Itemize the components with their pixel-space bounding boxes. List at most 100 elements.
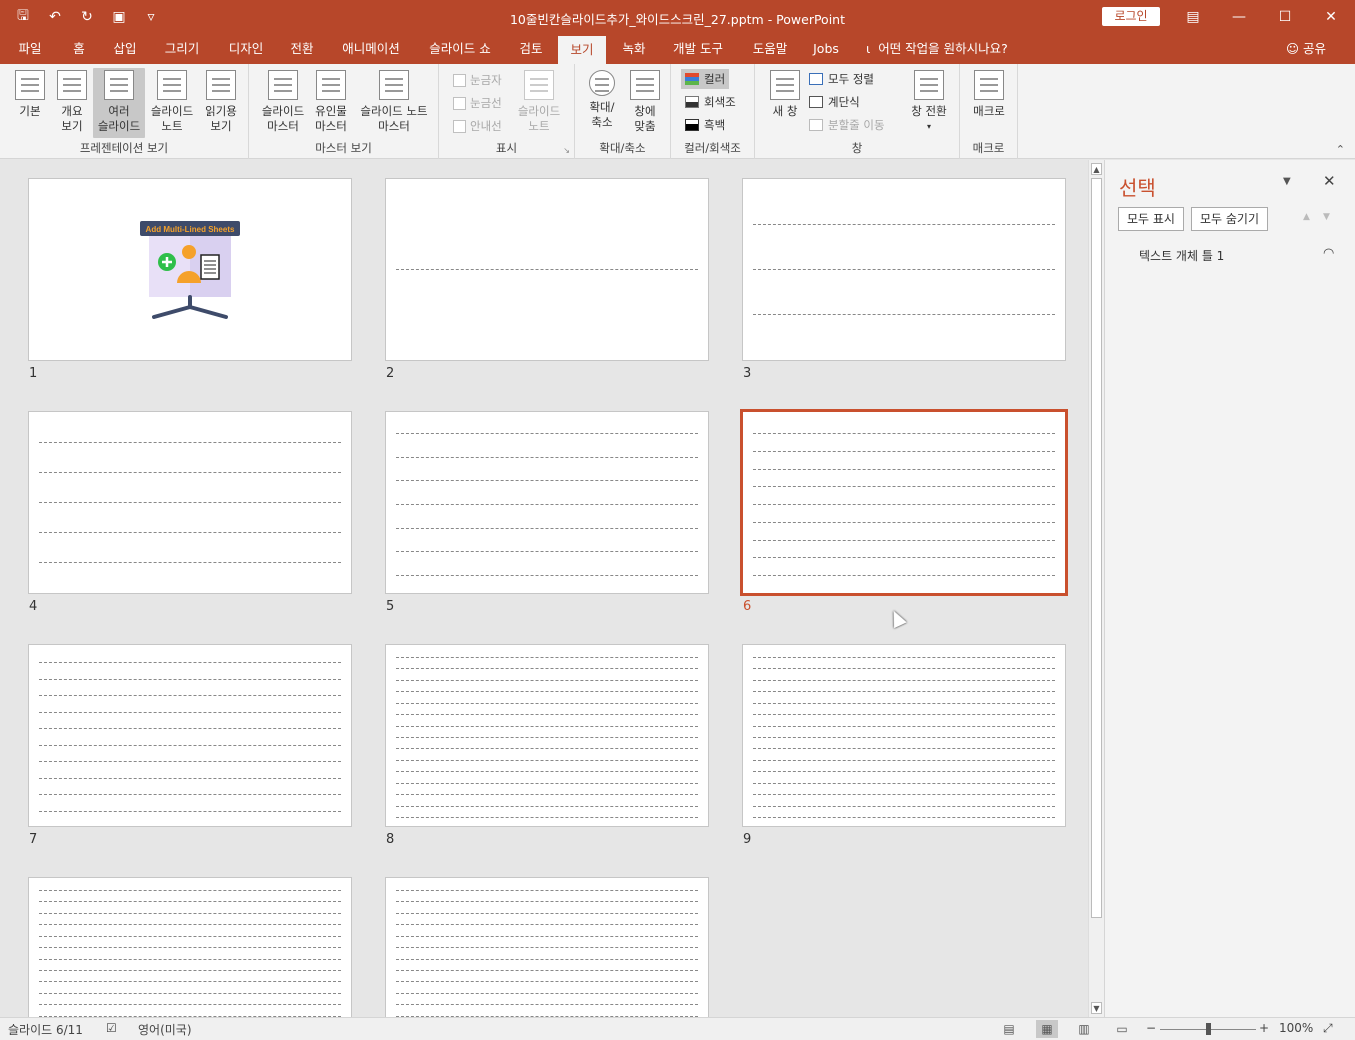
new-window-button[interactable]: 새 창 — [763, 68, 807, 119]
group-presentation-views: 기본 개요 보기 여러 슬라이드 슬라이드 노트 읽기용 보기 프레젠테이션 보기 — [0, 64, 249, 159]
color-button[interactable]: 컬러 — [681, 69, 730, 89]
scroll-up-icon[interactable]: ▲ — [1091, 163, 1102, 175]
ruled-lines — [753, 412, 1055, 593]
zoom-button[interactable]: 확대/축소 — [581, 68, 623, 130]
bring-forward-icon[interactable]: ▲ — [1303, 212, 1310, 222]
reading-view-icon[interactable]: ▥ — [1073, 1020, 1095, 1038]
slide-thumbnail[interactable] — [742, 644, 1066, 827]
show-all-button[interactable]: 모두 표시 — [1118, 207, 1184, 231]
fit-slide-icon[interactable]: ⤢ — [1323, 1021, 1333, 1036]
pane-options-chevron-icon[interactable]: ▼ — [1283, 176, 1291, 187]
close-icon[interactable]: ✕ — [1308, 0, 1354, 34]
dashed-line — [39, 472, 341, 473]
slide-thumbnail[interactable] — [28, 877, 352, 1017]
normal-view-button[interactable]: 기본 — [8, 68, 52, 119]
hide-all-button[interactable]: 모두 숨기기 — [1191, 207, 1269, 231]
dashed-line — [753, 794, 1055, 796]
normal-view-icon — [15, 70, 45, 100]
slide-thumbnail[interactable] — [28, 644, 352, 827]
share-button[interactable]: ☺ 공유 — [1286, 34, 1326, 64]
normal-view-icon[interactable]: ▤ — [998, 1020, 1020, 1038]
tab-view[interactable]: 보기 — [558, 36, 606, 64]
tab-file[interactable]: 파일 — [10, 34, 50, 64]
reading-view-button[interactable]: 읽기용 보기 — [198, 68, 244, 134]
dashed-line — [753, 725, 1055, 727]
ribbon-display-icon[interactable]: ▤ — [1170, 0, 1216, 34]
black-white-swatch-icon — [685, 119, 699, 131]
tab-jobs[interactable]: Jobs — [808, 34, 844, 64]
slide-thumbnail[interactable]: Add Multi-Lined Sheets — [28, 178, 352, 361]
maximize-icon[interactable]: ☐ — [1262, 0, 1308, 34]
dashed-line — [39, 794, 341, 796]
zoom-out-icon[interactable]: − — [1146, 1021, 1156, 1035]
slide-thumbnail[interactable] — [385, 411, 709, 594]
grayscale-button[interactable]: 회색조 — [685, 94, 736, 110]
title-bar: 🖫 ↶ ↻ ▣ ▿ 10줄빈칸슬라이드추가_와이드스크린_27.pptm - P… — [0, 0, 1355, 34]
language-indicator[interactable]: 영어(미국) — [138, 1021, 192, 1038]
slide-sorter-button[interactable]: 여러 슬라이드 — [93, 68, 145, 138]
slide-thumbnail[interactable] — [742, 178, 1066, 361]
spell-check-icon[interactable]: ☑ — [106, 1021, 117, 1035]
slide-thumbnail[interactable] — [385, 178, 709, 361]
slide-thumbnail[interactable] — [740, 409, 1068, 596]
scroll-down-icon[interactable]: ▼ — [1091, 1002, 1102, 1014]
tab-slideshow[interactable]: 슬라이드 쇼 — [420, 34, 500, 64]
outline-view-button[interactable]: 개요 보기 — [52, 68, 92, 134]
slideshow-icon[interactable]: ▭ — [1111, 1020, 1133, 1038]
notes-button[interactable]: 슬라이드 노트 — [513, 68, 565, 134]
tab-help[interactable]: 도움말 — [744, 34, 796, 64]
dashed-line — [396, 970, 698, 971]
notes-page-icon — [157, 70, 187, 100]
vertical-scrollbar[interactable]: ▲ ▼ — [1088, 160, 1104, 1017]
dashed-line — [753, 504, 1055, 505]
fit-to-window-button[interactable]: 창에 맞춤 — [625, 68, 665, 134]
tab-developer[interactable]: 개발 도구 — [666, 34, 730, 64]
dashed-line — [396, 981, 698, 983]
selection-item[interactable]: 텍스트 개체 틀 1 — [1139, 247, 1224, 264]
dashed-line — [396, 890, 698, 891]
zoom-level[interactable]: 100% — [1279, 1021, 1313, 1035]
group-label: 표시 — [495, 141, 518, 155]
minimize-icon[interactable]: — — [1216, 0, 1262, 34]
slide-sorter-view-icon[interactable]: ▦ — [1036, 1020, 1058, 1038]
slide-thumbnail[interactable] — [385, 644, 709, 827]
notes-page-button[interactable]: 슬라이드 노트 — [146, 68, 198, 134]
tell-me-search[interactable]: ⍳ 어떤 작업을 원하시나요? — [866, 34, 1008, 64]
gridlines-checkbox[interactable]: 눈금선 — [453, 95, 502, 111]
notes-master-button[interactable]: 슬라이드 노트 마스터 — [353, 68, 435, 134]
eye-icon[interactable]: ◠ — [1323, 246, 1334, 261]
switch-windows-icon — [914, 70, 944, 100]
dashed-line — [396, 480, 698, 482]
slide-thumbnail[interactable] — [385, 877, 709, 1017]
slide-master-button[interactable]: 슬라이드 마스터 — [257, 68, 309, 134]
handout-master-button[interactable]: 유인물 마스터 — [309, 68, 353, 134]
tab-animations[interactable]: 애니메이션 — [334, 34, 408, 64]
dashed-line — [39, 811, 341, 812]
zoom-in-icon[interactable]: + — [1259, 1021, 1269, 1035]
tab-design[interactable]: 디자인 — [220, 34, 272, 64]
guides-checkbox[interactable]: 안내선 — [453, 118, 502, 134]
dashed-line — [753, 657, 1055, 658]
arrange-all-button[interactable]: 모두 정렬 — [809, 71, 874, 87]
cascade-button[interactable]: 계단식 — [809, 94, 860, 110]
tab-draw[interactable]: 그리기 — [156, 34, 208, 64]
dashed-line — [753, 433, 1055, 434]
scroll-thumb[interactable] — [1091, 178, 1102, 918]
slide-thumbnail[interactable] — [28, 411, 352, 594]
pane-close-icon[interactable]: ✕ — [1323, 172, 1336, 190]
tab-insert[interactable]: 삽입 — [104, 34, 146, 64]
dialog-launcher-icon[interactable]: ↘ — [563, 146, 570, 155]
zoom-slider-knob[interactable] — [1206, 1023, 1211, 1035]
ruler-checkbox[interactable]: 눈금자 — [453, 72, 502, 88]
collapse-ribbon-icon[interactable]: ⌃ — [1336, 143, 1345, 156]
send-backward-icon[interactable]: ▼ — [1323, 212, 1330, 222]
login-button[interactable]: 로그인 — [1102, 7, 1160, 26]
tab-record[interactable]: 녹화 — [614, 34, 654, 64]
tab-transitions[interactable]: 전환 — [282, 34, 322, 64]
tab-home[interactable]: 홈 — [64, 34, 94, 64]
switch-windows-button[interactable]: 창 전환 ▾ — [903, 68, 955, 134]
macros-button[interactable]: 매크로 — [966, 68, 1012, 119]
move-split-button[interactable]: 분할줄 이동 — [809, 117, 885, 133]
black-white-button[interactable]: 흑백 — [685, 117, 725, 133]
tab-review[interactable]: 검토 — [510, 34, 552, 64]
